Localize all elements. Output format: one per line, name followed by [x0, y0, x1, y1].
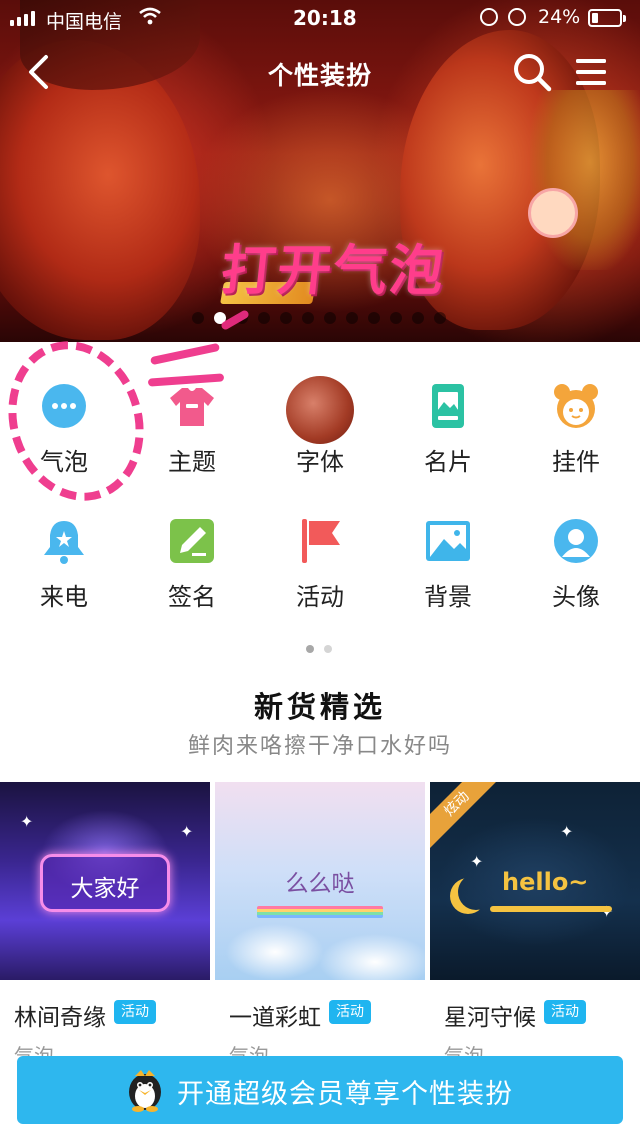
- moon-icon: [458, 874, 494, 910]
- qq-penguin-icon: [129, 1070, 161, 1112]
- vip-subscribe-button[interactable]: 开通超级会员尊享个性装扮: [17, 1056, 623, 1124]
- product-preview: ✦ ✦ 大家好: [0, 782, 210, 980]
- activity-badge: 活动: [544, 1000, 586, 1024]
- wifi-icon: [139, 7, 161, 25]
- flag-icon: [302, 519, 340, 563]
- grid-item-ringtone[interactable]: 来电: [0, 517, 128, 637]
- banner-dot[interactable]: [412, 312, 424, 324]
- pendant-face-icon: [554, 384, 598, 428]
- font-avatar: [286, 376, 354, 444]
- product-card[interactable]: 么么哒 一道彩虹 活动 气泡: [215, 782, 425, 1082]
- product-card[interactable]: ✦ ✦ 大家好 林间奇缘 活动 气泡: [0, 782, 210, 1082]
- grid-item-label: 名片: [424, 448, 472, 476]
- banner-dot[interactable]: [390, 312, 402, 324]
- grid-item-theme[interactable]: 主题: [128, 382, 256, 502]
- search-icon[interactable]: [512, 52, 552, 92]
- banner-dot[interactable]: [280, 312, 292, 324]
- shirt-icon: [170, 388, 214, 426]
- edit-icon: [170, 519, 214, 563]
- product-preview: 炫动 ✦ ✦ ✦ hello~: [430, 782, 640, 980]
- grid-pagination: [306, 645, 332, 653]
- banner-slogan: 打开气泡: [218, 239, 449, 302]
- grid-item-label: 活动: [296, 583, 344, 611]
- product-name: 星河守候: [444, 1005, 536, 1031]
- status-time: 20:18: [293, 6, 357, 30]
- grid-page-dot-active[interactable]: [306, 645, 314, 653]
- battery-icon: [588, 9, 626, 27]
- gold-decoration: [490, 906, 612, 912]
- product-preview: 么么哒: [215, 782, 425, 980]
- grid-item-signature[interactable]: 签名: [128, 517, 256, 637]
- grid-item-label: 挂件: [552, 448, 600, 476]
- banner-dot[interactable]: [324, 312, 336, 324]
- grid-item-card[interactable]: 名片: [384, 382, 512, 502]
- carrier-name: 中国电信: [46, 11, 123, 33]
- activity-badge: 活动: [329, 1000, 371, 1024]
- picture-icon: [426, 521, 470, 561]
- grid-item-label: 主题: [168, 448, 216, 476]
- cupid-icon: [528, 188, 578, 238]
- battery-fill: [592, 13, 598, 23]
- preview-bubble: 大家好: [40, 854, 170, 912]
- grid-item-activity[interactable]: 活动: [256, 517, 384, 637]
- rainbow-decoration: [257, 906, 383, 918]
- preview-text: 大家好: [70, 876, 140, 902]
- grid-item-avatar[interactable]: 头像: [512, 517, 640, 637]
- corner-tag: 炫动: [430, 782, 505, 852]
- product-card[interactable]: 炫动 ✦ ✦ ✦ hello~ 星河守候 活动 气泡: [430, 782, 640, 1082]
- grid-item-label: 来电: [40, 583, 88, 611]
- banner-dot[interactable]: [258, 312, 270, 324]
- grid-item-label: 背景: [424, 583, 472, 611]
- banner-dot[interactable]: [192, 312, 204, 324]
- vip-subscribe-label: 开通超级会员尊享个性装扮: [177, 1079, 513, 1110]
- battery-percent: 24%: [538, 6, 581, 28]
- card-icon: [432, 384, 464, 428]
- activity-badge: 活动: [114, 1000, 156, 1024]
- product-name: 一道彩虹: [229, 1005, 321, 1031]
- product-name: 林间奇缘: [14, 1005, 106, 1031]
- avatar-icon: [554, 519, 598, 563]
- section-subtitle: 鲜肉来咯擦干净口水好吗: [187, 734, 452, 759]
- signal-icon: [10, 10, 35, 26]
- status-bar: 中国电信 20:18 24%: [0, 0, 640, 38]
- grid-item-label: 签名: [168, 583, 216, 611]
- banner-dot[interactable]: [434, 312, 446, 324]
- menu-icon[interactable]: [574, 56, 608, 88]
- preview-text: hello~: [502, 868, 589, 896]
- banner-dot[interactable]: [368, 312, 380, 324]
- grid-page-dot[interactable]: [324, 645, 332, 653]
- grid-item-label: 字体: [296, 448, 344, 476]
- hero-banner[interactable]: 打开气泡 中国电信 20:18 24% 个性装扮: [0, 0, 640, 342]
- banner-decoration: [530, 90, 640, 270]
- rotation-lock-icon: [480, 8, 498, 26]
- bell-icon: [44, 521, 84, 564]
- alarm-icon: [508, 8, 526, 26]
- grid-item-background[interactable]: 背景: [384, 517, 512, 637]
- preview-text: 么么哒: [285, 871, 355, 897]
- grid-item-label: 头像: [552, 583, 600, 611]
- grid-item-font[interactable]: 字体: [256, 376, 384, 502]
- section-title: 新货精选: [253, 690, 386, 724]
- grid-item-pendant[interactable]: 挂件: [512, 382, 640, 502]
- banner-dot[interactable]: [346, 312, 358, 324]
- banner-dot[interactable]: [302, 312, 314, 324]
